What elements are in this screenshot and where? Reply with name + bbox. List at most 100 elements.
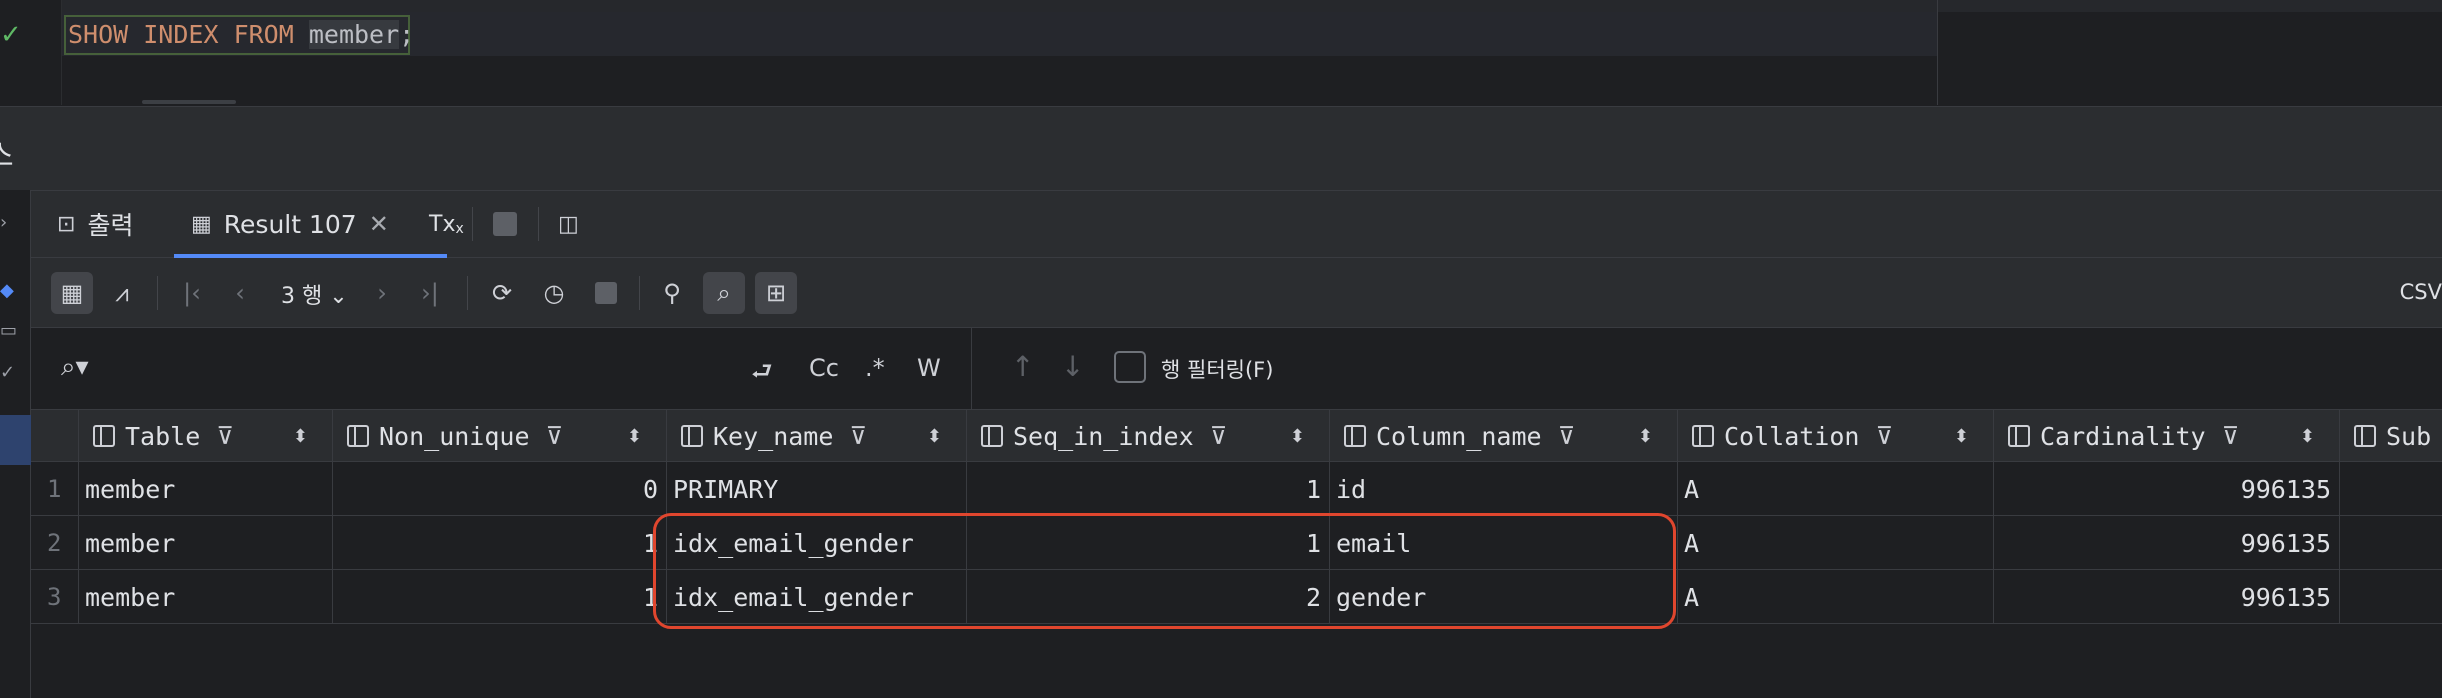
column-header-sub-part[interactable]: Sub: [2340, 410, 2442, 462]
filter-icon[interactable]: ⊽: [1875, 422, 1893, 450]
sql-statement[interactable]: SHOW INDEX FROM member;: [68, 19, 414, 51]
whole-words-toggle[interactable]: W: [917, 354, 941, 382]
next-page-icon[interactable]: ›: [361, 272, 403, 314]
services-title: 스: [0, 131, 14, 175]
regex-toggle[interactable]: .*: [865, 354, 885, 382]
column-label: Sub: [2386, 421, 2432, 451]
cell-non-unique[interactable]: 1: [333, 570, 667, 624]
match-case-toggle[interactable]: Cc: [809, 354, 839, 382]
column-header-seq-in-index[interactable]: Seq_in_index ⊽ ⬍: [967, 410, 1330, 462]
filter-icon[interactable]: ⊽: [2222, 422, 2240, 450]
chevron-icon[interactable]: ›: [0, 212, 22, 234]
column-header-cardinality[interactable]: Cardinality ⊽ ⬍: [1994, 410, 2340, 462]
folder-icon[interactable]: ▭: [0, 320, 22, 342]
layout-icon[interactable]: ◫: [558, 191, 579, 257]
filter-icon[interactable]: ⊽: [546, 422, 564, 450]
cell-cardinality[interactable]: 996135: [1994, 570, 2340, 624]
filter-icon[interactable]: ⊽: [849, 422, 867, 450]
toolbar-divider: [157, 276, 158, 310]
table-row[interactable]: 3 member 1 idx_email_gender 2 gender A 9…: [31, 570, 2442, 624]
table-row[interactable]: 2 member 1 idx_email_gender 1 email A 99…: [31, 516, 2442, 570]
result-toolbar: ▦ ⩘ |‹ ‹ 3 행 ⌄ › ›| ⟳ ◷ ⚲ ⌕ ⊞ CSV: [31, 258, 2442, 328]
column-label: Table: [125, 421, 201, 451]
results-tab-bar: ⊡ 출력 ▦ Result 107 ✕ Tx x ◫: [31, 190, 2442, 258]
cell-cardinality[interactable]: 996135: [1994, 516, 2340, 570]
cell-column-name[interactable]: id: [1330, 462, 1678, 516]
row-number: 1: [31, 462, 79, 516]
chevron-down-icon: ⌄: [329, 284, 348, 309]
refresh-icon[interactable]: ⟳: [481, 272, 523, 314]
row-filter-checkbox[interactable]: [1114, 351, 1146, 383]
sort-icon[interactable]: ⬍: [1290, 426, 1305, 447]
column-label: Key_name: [713, 421, 834, 451]
cell-table[interactable]: member: [79, 462, 333, 516]
sort-icon[interactable]: ⬍: [1954, 426, 1969, 447]
stop-icon[interactable]: [493, 191, 517, 257]
cell-key-name[interactable]: idx_email_gender: [667, 570, 967, 624]
arrow-down-icon[interactable]: ↓: [1061, 350, 1084, 383]
column-header-key-name[interactable]: Key_name ⊽ ⬍: [667, 410, 967, 462]
filter-icon[interactable]: ⊽: [1558, 422, 1576, 450]
sort-icon[interactable]: ⬍: [927, 426, 942, 447]
chart-view-icon[interactable]: ⩘: [101, 272, 143, 314]
close-icon[interactable]: ✕: [369, 210, 389, 238]
filter-view-icon[interactable]: ⊞: [755, 272, 797, 314]
cancel-icon[interactable]: [585, 272, 627, 314]
last-page-icon[interactable]: ›|: [409, 272, 451, 314]
table-view-icon[interactable]: ▦: [51, 272, 93, 314]
history-icon[interactable]: ◷: [533, 272, 575, 314]
sort-icon[interactable]: ⬍: [1638, 426, 1653, 447]
table-row[interactable]: 1 member 0 PRIMARY 1 id A 996135: [31, 462, 2442, 516]
column-header-non-unique[interactable]: Non_unique ⊽ ⬍: [333, 410, 667, 462]
cell-column-name[interactable]: email: [1330, 516, 1678, 570]
cell-non-unique[interactable]: 1: [333, 516, 667, 570]
column-header-collation[interactable]: Collation ⊽ ⬍: [1678, 410, 1994, 462]
selected-tree-item[interactable]: [0, 415, 31, 465]
pin-icon[interactable]: ⚲: [651, 272, 693, 314]
sql-editor[interactable]: ✓ SHOW INDEX FROM member;: [0, 0, 2442, 105]
tab-output[interactable]: ⊡ 출력: [57, 191, 133, 257]
column-label: Collation: [1724, 421, 1860, 451]
column-label: Cardinality: [2040, 421, 2206, 451]
sql-keywords: SHOW INDEX FROM: [68, 20, 294, 49]
cell-key-name[interactable]: idx_email_gender: [667, 516, 967, 570]
filter-icon[interactable]: ⊽: [1210, 422, 1228, 450]
filter-icon[interactable]: ⊽: [216, 422, 234, 450]
cell-table[interactable]: member: [79, 570, 333, 624]
column-header-column-name[interactable]: Column_name ⊽ ⬍: [1330, 410, 1678, 462]
export-format-dropdown[interactable]: CSV: [2400, 280, 2442, 304]
cell-key-name[interactable]: PRIMARY: [667, 462, 967, 516]
cell-table[interactable]: member: [79, 516, 333, 570]
arrow-up-icon[interactable]: ↑: [1011, 350, 1034, 383]
row-number-header: [31, 410, 79, 462]
first-page-icon[interactable]: |‹: [171, 272, 213, 314]
services-tool-window-header: 스: [0, 106, 2442, 190]
cell-collation[interactable]: A: [1678, 570, 1994, 624]
transaction-icon[interactable]: Tx x: [429, 191, 464, 257]
cell-cardinality[interactable]: 996135: [1994, 462, 2340, 516]
tab-result-107[interactable]: ▦ Result 107 ✕: [191, 191, 389, 257]
cell-collation[interactable]: A: [1678, 516, 1994, 570]
search-options-icon[interactable]: ⌕▾: [61, 352, 89, 383]
column-header-table[interactable]: Table ⊽ ⬍: [79, 410, 333, 462]
check-icon: ✓: [0, 20, 22, 50]
services-tree-strip[interactable]: › ◆ ▭ ✓: [0, 190, 31, 698]
docker-icon[interactable]: ◆: [0, 280, 22, 302]
search-icon[interactable]: ⌕: [703, 272, 745, 314]
preserve-wrap-icon[interactable]: ⮐: [751, 354, 773, 395]
row-filter-label: 행 필터링(F): [1161, 358, 1274, 382]
row-count-dropdown[interactable]: 3 행 ⌄: [281, 278, 348, 310]
cell-seq-in-index[interactable]: 1: [967, 462, 1330, 516]
horizontal-scrollbar[interactable]: [142, 100, 236, 104]
cell-seq-in-index[interactable]: 2: [967, 570, 1330, 624]
tab-result-label: Result 107: [223, 209, 357, 239]
cell-non-unique[interactable]: 0: [333, 462, 667, 516]
sort-icon[interactable]: ⬍: [293, 426, 308, 447]
sort-icon[interactable]: ⬍: [2300, 426, 2315, 447]
previous-page-icon[interactable]: ‹: [219, 272, 261, 314]
cell-column-name[interactable]: gender: [1330, 570, 1678, 624]
cell-seq-in-index[interactable]: 1: [967, 516, 1330, 570]
tab-tx-label: Tx: [429, 211, 456, 237]
sort-icon[interactable]: ⬍: [627, 426, 642, 447]
cell-collation[interactable]: A: [1678, 462, 1994, 516]
